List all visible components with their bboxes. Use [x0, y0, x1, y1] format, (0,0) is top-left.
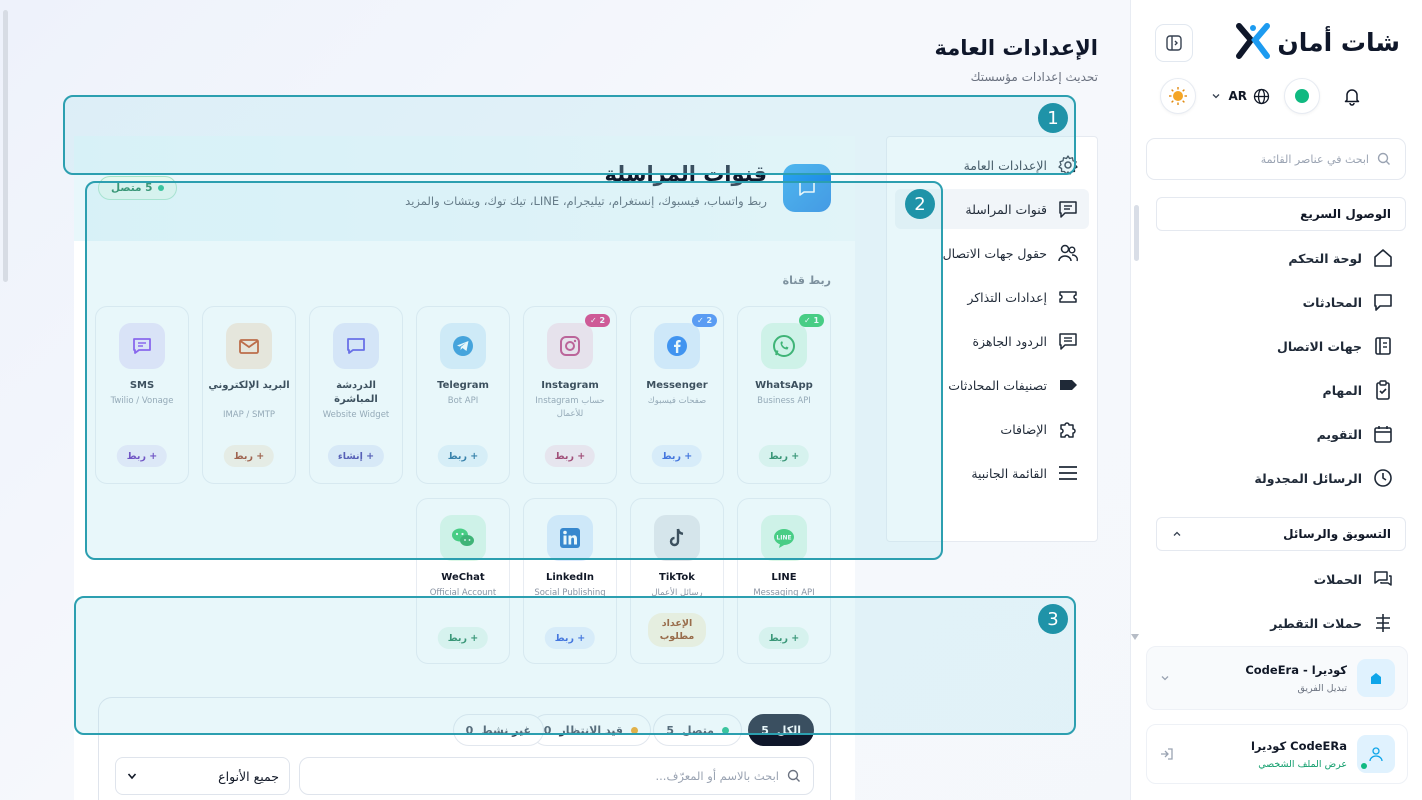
search-icon: [1377, 152, 1390, 165]
sidebar-item-label: المهام: [1322, 382, 1362, 398]
channel-search-input[interactable]: ابحث بالاسم أو المعرّف...: [299, 757, 814, 795]
highlight-region-3: [74, 596, 1076, 735]
tag-icon: [1060, 380, 1077, 390]
sidebar-item-label: المحادثات: [1302, 294, 1362, 310]
channel-name: TikTok: [659, 572, 695, 583]
online-status-button[interactable]: [1284, 78, 1320, 114]
contacts-book-icon: [1375, 337, 1391, 355]
sidebar-item-calendar[interactable]: التقويم: [1164, 419, 1394, 449]
marketing-section-label: التسويق والرسائل: [1283, 527, 1391, 541]
menu-icon: [1059, 466, 1077, 480]
sidebar-item-label: حملات التقطير: [1270, 615, 1362, 631]
sidebar-item-tasks[interactable]: المهام: [1164, 375, 1394, 405]
sidebar-item-label: الرسائل المجدولة: [1254, 470, 1362, 486]
brand-logo[interactable]: شات أمان: [1235, 22, 1400, 62]
profile-card[interactable]: CodeERa كوديرا عرض الملف الشخصي: [1146, 724, 1408, 784]
clipboard-check-icon: [1376, 380, 1390, 400]
app-sidebar: شات أمان AR ابحث في عناصر القائمة الوصول…: [1130, 0, 1422, 800]
quick-access-header[interactable]: الوصول السريع: [1156, 197, 1406, 231]
channel-name: WeChat: [441, 572, 485, 583]
channel-name: LINE: [771, 572, 797, 583]
notifications-button[interactable]: [1334, 78, 1370, 114]
puzzle-icon: [1060, 422, 1076, 438]
search-icon: [787, 769, 800, 782]
team-switcher[interactable]: كوديرا - CodeEra تبديل الفريق: [1146, 646, 1408, 710]
marketing-section-header[interactable]: التسويق والرسائل: [1156, 517, 1406, 551]
sidebar-item-contacts[interactable]: جهات الاتصال: [1164, 331, 1394, 361]
page-subtitle: تحديث إعدادات مؤسستك: [970, 70, 1098, 84]
page-scrollbar[interactable]: [3, 10, 8, 282]
channel-type-select[interactable]: جميع الأنواع: [115, 757, 290, 795]
region-number-1: 1: [1038, 103, 1068, 133]
user-avatar: [1357, 735, 1395, 773]
region-number-2: 2: [905, 189, 935, 219]
settings-item-label: قنوات المراسلة: [965, 201, 1047, 217]
sidebar-item-drip-campaigns[interactable]: حملات التقطير: [1164, 608, 1394, 638]
highlight-region-2: [85, 181, 943, 560]
region-number-3: 3: [1038, 604, 1068, 634]
chevron-down-icon: [1213, 94, 1220, 99]
clock-icon: [1374, 469, 1392, 487]
campaign-chat-icon: [1374, 571, 1392, 586]
globe-icon: [1253, 88, 1270, 104]
chat-icon: [1374, 294, 1392, 311]
team-avatar: [1357, 659, 1395, 697]
settings-item-label: حقول جهات الاتصال: [942, 245, 1047, 261]
language-code: AR: [1228, 89, 1247, 103]
profile-name: CodeERa كوديرا: [1250, 738, 1347, 753]
canned-reply-icon: [1059, 333, 1077, 350]
highlight-region-1: [63, 95, 1076, 175]
settings-item-label: الردود الجاهزة: [972, 333, 1047, 349]
calendar-icon: [1374, 426, 1392, 443]
chevron-up-icon: [1173, 531, 1181, 536]
sidebar-toolbar: AR: [1160, 78, 1370, 114]
page-title: الإعدادات العامة: [934, 36, 1098, 60]
online-status-dot: [1295, 89, 1309, 103]
channel-name: LinkedIn: [545, 572, 595, 583]
sidebar-item-label: التقويم: [1316, 426, 1362, 442]
sidebar-item-label: لوحة التحكم: [1288, 250, 1362, 266]
language-selector[interactable]: AR: [1210, 88, 1270, 105]
sidebar-item-conversations[interactable]: المحادثات: [1164, 287, 1394, 317]
sidebar-toggle-icon: [1166, 35, 1182, 51]
user-online-dot: [1361, 763, 1367, 769]
message-square-icon: [1059, 201, 1077, 218]
bell-icon: [1344, 89, 1360, 106]
settings-item-label: تصنيفات المحادثات: [948, 377, 1047, 393]
chevron-down-icon: [1161, 676, 1169, 681]
users-icon: [1058, 244, 1078, 262]
settings-item-label: الإضافات: [1000, 421, 1047, 437]
settings-item-label: إعدادات التذاكر: [967, 289, 1047, 305]
theme-toggle-button[interactable]: [1160, 78, 1197, 114]
settings-item-label: القائمة الجانبية: [971, 465, 1047, 481]
home-icon: [1374, 249, 1392, 267]
brand-mark-icon: [1236, 23, 1271, 59]
sidebar-collapse-button[interactable]: [1155, 24, 1193, 62]
scroll-down-arrow-icon[interactable]: [1131, 634, 1139, 640]
logout-icon[interactable]: [1159, 746, 1175, 762]
sun-icon: [1169, 87, 1188, 105]
sidebar-scrollbar[interactable]: [1134, 205, 1139, 261]
sidebar-item-label: الحملات: [1313, 571, 1362, 587]
chevron-down-icon: [127, 773, 137, 780]
sidebar-search-input[interactable]: ابحث في عناصر القائمة: [1146, 138, 1406, 180]
ticket-icon: [1059, 291, 1077, 303]
switch-team-label: تبديل الفريق: [1297, 682, 1347, 694]
view-profile-link[interactable]: عرض الملف الشخصي: [1185, 759, 1347, 770]
building-icon: [1371, 673, 1381, 684]
sidebar-search-placeholder: ابحث في عناصر القائمة: [1260, 152, 1369, 166]
brand-name: شات أمان: [1277, 27, 1400, 57]
channel-search-placeholder: ابحث بالاسم أو المعرّف...: [655, 769, 779, 783]
user-icon: [1369, 747, 1383, 762]
sidebar-item-scheduled-messages[interactable]: الرسائل المجدولة: [1164, 463, 1394, 493]
sidebar-item-dashboard[interactable]: لوحة التحكم: [1164, 243, 1394, 273]
team-name: كوديرا - CodeEra: [1245, 662, 1347, 677]
type-select-value: جميع الأنواع: [218, 768, 279, 784]
quick-access-label: الوصول السريع: [1300, 207, 1391, 221]
sidebar-item-campaigns[interactable]: الحملات: [1164, 564, 1394, 594]
drip-icon: [1376, 614, 1390, 632]
sidebar-item-label: جهات الاتصال: [1276, 338, 1362, 354]
